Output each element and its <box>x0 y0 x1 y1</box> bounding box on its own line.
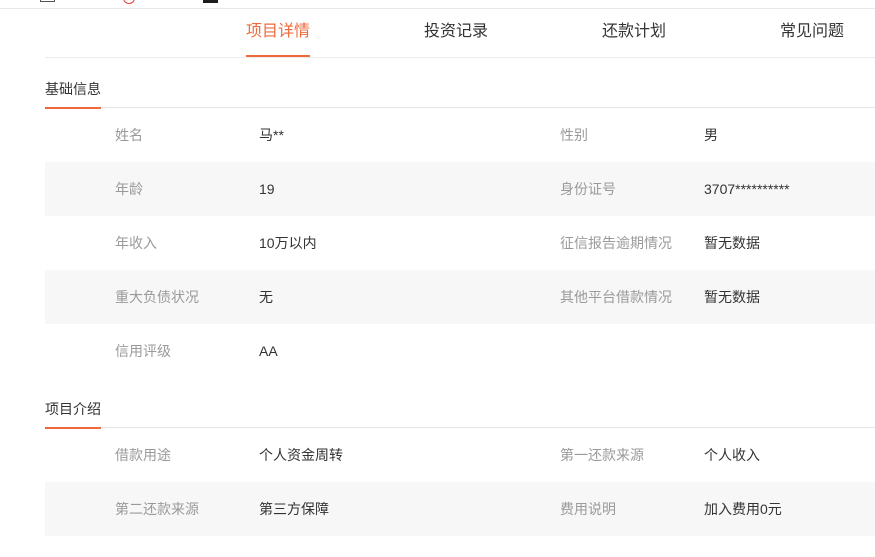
field-value: 10万以内 <box>259 235 317 251</box>
table-row: 第二还款来源 第三方保障 费用说明 加入费用0元 <box>45 482 875 536</box>
table-row: 年龄 19 身份证号 3707********** <box>45 162 875 216</box>
field-value: 个人收入 <box>704 447 760 463</box>
project-intro-table: 借款用途 个人资金周转 第一还款来源 个人收入 第二还款来源 第三方保障 费用说… <box>45 428 875 536</box>
section-title-basic-info: 基础信息 <box>45 78 101 109</box>
field-label: 其他平台借款情况 <box>560 289 672 305</box>
field-label: 第一还款来源 <box>560 447 644 463</box>
square-icon[interactable] <box>203 0 218 3</box>
basic-info-table: 姓名 马** 性别 男 年龄 19 身份证号 3707********** 年收… <box>45 108 875 378</box>
field-value: 3707********** <box>704 181 790 197</box>
field-label: 重大负债状况 <box>115 289 199 305</box>
field-value: 第三方保障 <box>259 501 329 517</box>
table-row: 借款用途 个人资金周转 第一还款来源 个人收入 <box>45 428 875 482</box>
basic-info-header: 基础信息 <box>45 78 875 109</box>
field-value: 个人资金周转 <box>259 447 343 463</box>
field-value: 19 <box>259 181 275 197</box>
field-value: 加入费用0元 <box>704 501 782 517</box>
field-label: 信用评级 <box>115 343 171 359</box>
field-value: 马** <box>259 127 284 143</box>
field-label: 姓名 <box>115 127 143 143</box>
field-label: 年龄 <box>115 181 143 197</box>
tab-repayment-plan[interactable]: 还款计划 <box>602 9 666 57</box>
field-label: 年收入 <box>115 235 157 251</box>
tab-project-details[interactable]: 项目详情 <box>246 9 311 57</box>
field-label: 费用说明 <box>560 501 616 517</box>
tab-faq[interactable]: 常见问题 <box>780 9 844 57</box>
table-row: 信用评级 AA <box>45 324 875 378</box>
circle-icon[interactable] <box>123 0 135 4</box>
table-row: 姓名 马** 性别 男 <box>45 108 875 162</box>
field-label: 身份证号 <box>560 181 616 197</box>
field-label: 性别 <box>560 127 588 143</box>
field-label: 第二还款来源 <box>115 501 199 517</box>
field-value: AA <box>259 343 278 359</box>
field-value: 暂无数据 <box>704 235 760 251</box>
field-value: 暂无数据 <box>704 289 760 305</box>
field-label: 借款用途 <box>115 447 171 463</box>
field-value: 无 <box>259 289 273 305</box>
tab-investment-records[interactable]: 投资记录 <box>424 9 488 57</box>
section-title-project-intro: 项目介绍 <box>45 398 101 429</box>
field-label: 征信报告逾期情况 <box>560 235 672 251</box>
table-row: 年收入 10万以内 征信报告逾期情况 暂无数据 <box>45 216 875 270</box>
project-intro-header: 项目介绍 <box>45 398 875 429</box>
table-row: 重大负债状况 无 其他平台借款情况 暂无数据 <box>45 270 875 324</box>
detail-tabs: 项目详情 投资记录 还款计划 常见问题 <box>45 9 875 58</box>
document-icon[interactable] <box>40 0 55 2</box>
field-value: 男 <box>704 127 718 143</box>
